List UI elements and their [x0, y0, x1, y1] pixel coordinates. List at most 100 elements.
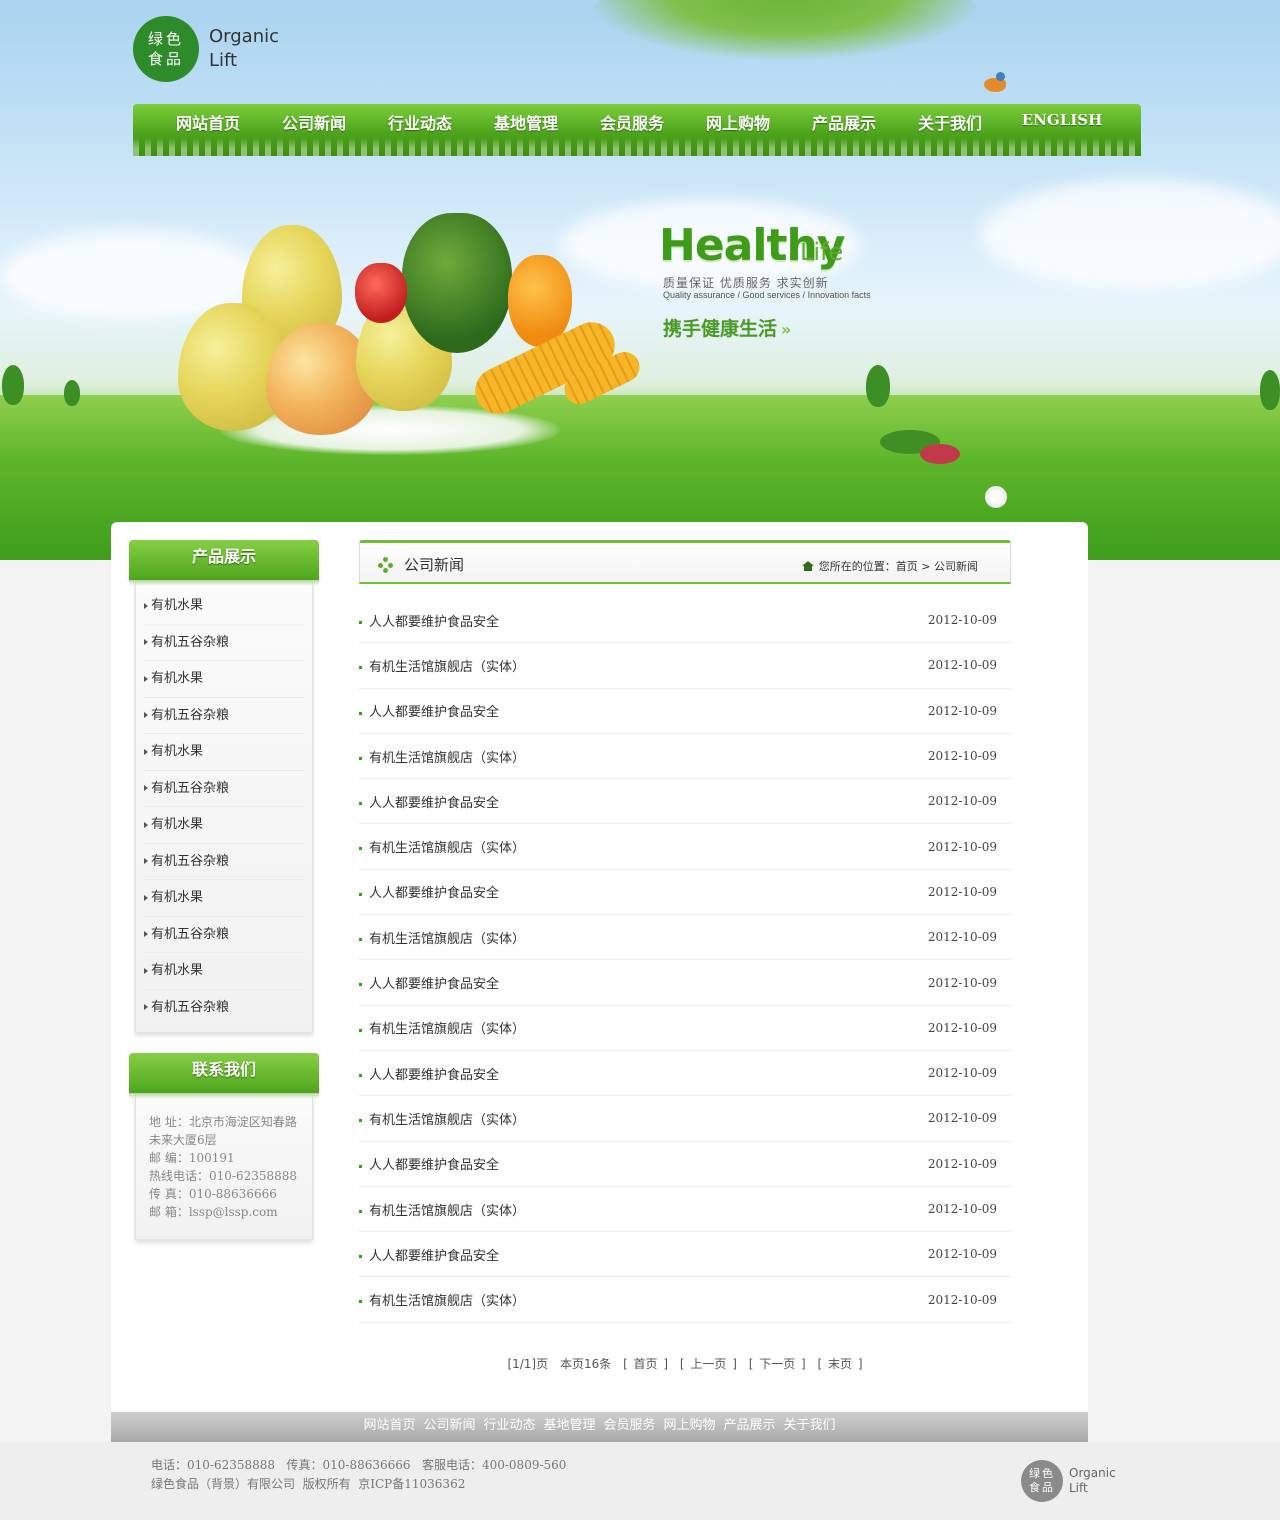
home-icon	[801, 561, 814, 571]
news-row[interactable]: 人人都要维护食品安全 2012-10-09	[359, 779, 1011, 825]
news-row[interactable]: 人人都要维护食品安全 2012-10-09	[359, 1142, 1011, 1187]
news-row[interactable]: 有机生活馆旗舰店（实体） 2012-10-09	[359, 1187, 1011, 1233]
sidebar-item-product[interactable]: 有机水果	[144, 588, 304, 625]
news-title-link[interactable]: 有机生活馆旗舰店（实体）	[369, 1018, 525, 1037]
footer-nav-link[interactable]: 会员服务	[604, 1418, 656, 1433]
sidebar-item-product[interactable]: 有机五谷杂粮	[144, 844, 304, 880]
news-date: 2012-10-09	[927, 839, 997, 854]
pagination: [1/1]页 本页16条 [ 首页 ] [ 上一页 ] [ 下一页 ] [ 末页…	[359, 1355, 1011, 1372]
news-date: 2012-10-09	[927, 1202, 997, 1216]
news-row[interactable]: 人人都要维护食品安全 2012-10-09	[359, 870, 1011, 916]
footer-contact-line: 电话：010-62358888 传真：010-88636666 客服电话：400…	[151, 1458, 567, 1472]
sidebar-item-product[interactable]: 有机五谷杂粮	[144, 625, 304, 661]
news-title-link[interactable]: 有机生活馆旗舰店（实体）	[369, 1290, 525, 1309]
sidebar-item-product[interactable]: 有机五谷杂粮	[144, 990, 304, 1027]
nav-item-company-news[interactable]: 公司新闻	[261, 110, 367, 134]
nav-item-online-shopping[interactable]: 网上购物	[685, 110, 791, 134]
news-title-link[interactable]: 有机生活馆旗舰店（实体）	[369, 928, 525, 947]
pager-next-button[interactable]: [ 下一页 ]	[749, 1357, 806, 1371]
section-dots-icon	[378, 557, 393, 573]
sidebar-contact-panel: 联系我们 地 址：北京市海淀区知春路未来大厦6层 邮 编：100191 热线电话…	[129, 1053, 319, 1240]
news-row[interactable]: 有机生活馆旗舰店（实体） 2012-10-09	[359, 1006, 1011, 1051]
news-row[interactable]: 有机生活馆旗舰店（实体） 2012-10-09	[359, 824, 1011, 870]
footer-logo[interactable]: 绿色 食品 Organic Lift	[1021, 1460, 1116, 1502]
footer-nav-link[interactable]: 产品展示	[724, 1418, 776, 1433]
nav-item-industry-news[interactable]: 行业动态	[367, 110, 473, 134]
tree-decoration	[866, 365, 890, 407]
nav-item-member-service[interactable]: 会员服务	[579, 110, 685, 134]
contact-email[interactable]: 邮 箱：lssp@lssp.com	[149, 1203, 300, 1221]
nav-fringe-decoration	[133, 138, 1141, 156]
triangle-bullet-icon	[144, 712, 148, 718]
main-content: 公司新闻 您所在的位置：首页 > 公司新闻 人人都要维护食品安全 2012-10-…	[359, 540, 1011, 1372]
news-title-link[interactable]: 人人都要维护食品安全	[369, 1154, 499, 1173]
footer: 电话：010-62358888 传真：010-88636666 客服电话：400…	[0, 1442, 1280, 1520]
news-title-link[interactable]: 人人都要维护食品安全	[369, 792, 499, 811]
footer-nav-link[interactable]: 网站首页	[363, 1418, 415, 1433]
footer-nav-link[interactable]: 基地管理	[543, 1418, 595, 1433]
sidebar-item-product[interactable]: 有机水果	[144, 953, 304, 990]
news-row[interactable]: 人人都要维护食品安全 2012-10-09	[359, 689, 1011, 734]
news-title-link[interactable]: 人人都要维护食品安全	[369, 973, 499, 992]
flower-bed-decoration	[920, 444, 960, 464]
news-title-link[interactable]: 人人都要维护食品安全	[369, 882, 499, 901]
news-title-link[interactable]: 有机生活馆旗舰店（实体）	[369, 1109, 525, 1128]
breadcrumb: 您所在的位置：首页 > 公司新闻	[801, 558, 978, 574]
footer-navigation: 网站首页 公司新闻 行业动态 基地管理 会员服务 网上购物 产品展示 关于我们	[111, 1412, 1088, 1442]
news-list: 人人都要维护食品安全 2012-10-09 有机生活馆旗舰店（实体） 2012-10-…	[359, 598, 1011, 1323]
pager-last-button[interactable]: [ 末页 ]	[818, 1357, 863, 1371]
breadcrumb-home-link[interactable]: 首页	[896, 560, 918, 573]
news-title-link[interactable]: 人人都要维护食品安全	[369, 1064, 499, 1083]
nav-item-home[interactable]: 网站首页	[155, 110, 261, 134]
banner-slogan-en: Quality assurance / Good services / Inno…	[663, 290, 871, 300]
sidebar-item-product[interactable]: 有机五谷杂粮	[144, 698, 304, 734]
contact-postcode: 邮 编：100191	[149, 1151, 235, 1165]
breadcrumb-label: 您所在的位置：	[818, 560, 896, 573]
pager-first-button[interactable]: [ 首页 ]	[623, 1357, 668, 1371]
news-row[interactable]: 人人都要维护食品安全 2012-10-09	[359, 960, 1011, 1006]
news-row[interactable]: 人人都要维护食品安全 2012-10-09	[359, 1232, 1011, 1278]
footer-nav-link[interactable]: 网上购物	[664, 1418, 716, 1433]
news-row[interactable]: 人人都要维护食品安全 2012-10-09	[359, 1051, 1011, 1097]
news-date: 2012-10-09	[927, 794, 997, 809]
news-date: 2012-10-09	[927, 1292, 997, 1307]
sidebar-contact-body: 地 址：北京市海淀区知春路未来大厦6层 邮 编：100191 热线电话：010-…	[135, 1093, 313, 1240]
news-title-link[interactable]: 人人都要维护食品安全	[369, 611, 499, 630]
footer-nav-link[interactable]: 关于我们	[784, 1418, 836, 1433]
news-title-link[interactable]: 有机生活馆旗舰店（实体）	[369, 656, 525, 675]
site-logo[interactable]: 绿色 食品 Organic Lift	[133, 16, 279, 82]
nav-item-english[interactable]: ENGLISH	[1003, 111, 1121, 129]
nav-item-base-management[interactable]: 基地管理	[473, 110, 579, 134]
sidebar-item-product[interactable]: 有机水果	[144, 807, 304, 844]
sidebar-item-product[interactable]: 有机水果	[144, 880, 304, 917]
news-title-link[interactable]: 有机生活馆旗舰店（实体）	[369, 747, 525, 766]
sidebar-item-product[interactable]: 有机五谷杂粮	[144, 771, 304, 807]
news-row[interactable]: 有机生活馆旗舰店（实体） 2012-10-09	[359, 734, 1011, 780]
footer-nav-link[interactable]: 公司新闻	[423, 1418, 475, 1433]
tree-decoration	[1260, 370, 1280, 410]
news-title-link[interactable]: 人人都要维护食品安全	[369, 1245, 499, 1264]
sidebar-item-product[interactable]: 有机五谷杂粮	[144, 917, 304, 953]
triangle-bullet-icon	[144, 602, 148, 609]
breadcrumb-current[interactable]: 公司新闻	[934, 560, 978, 573]
news-title-link[interactable]: 有机生活馆旗舰店（实体）	[369, 837, 525, 856]
sidebar-item-product[interactable]: 有机水果	[144, 734, 304, 771]
news-row[interactable]: 有机生活馆旗舰店（实体） 2012-10-09	[359, 1096, 1011, 1142]
news-row[interactable]: 有机生活馆旗舰店（实体） 2012-10-09	[359, 915, 1011, 961]
footer-nav-link[interactable]: 行业动态	[483, 1418, 535, 1433]
bird-icon	[984, 72, 1006, 92]
cloud-decoration	[980, 180, 1280, 290]
banner-slogan-main[interactable]: 携手健康生活»	[663, 314, 791, 341]
triangle-bullet-icon	[144, 675, 148, 682]
pager-prev-button[interactable]: [ 上一页 ]	[680, 1357, 737, 1371]
triangle-bullet-icon	[144, 967, 148, 974]
news-row[interactable]: 有机生活馆旗舰店（实体） 2012-10-09	[359, 1277, 1011, 1323]
nav-item-products[interactable]: 产品展示	[791, 110, 897, 134]
nav-item-about-us[interactable]: 关于我们	[897, 110, 1003, 134]
news-title-link[interactable]: 有机生活馆旗舰店（实体）	[369, 1200, 525, 1219]
news-row[interactable]: 有机生活馆旗舰店（实体） 2012-10-09	[359, 643, 1011, 689]
news-title-link[interactable]: 人人都要维护食品安全	[369, 701, 499, 720]
footer-info: 电话：010-62358888 传真：010-88636666 客服电话：400…	[151, 1456, 566, 1494]
sidebar-item-product[interactable]: 有机水果	[144, 661, 304, 698]
news-row[interactable]: 人人都要维护食品安全 2012-10-09	[359, 598, 1011, 644]
